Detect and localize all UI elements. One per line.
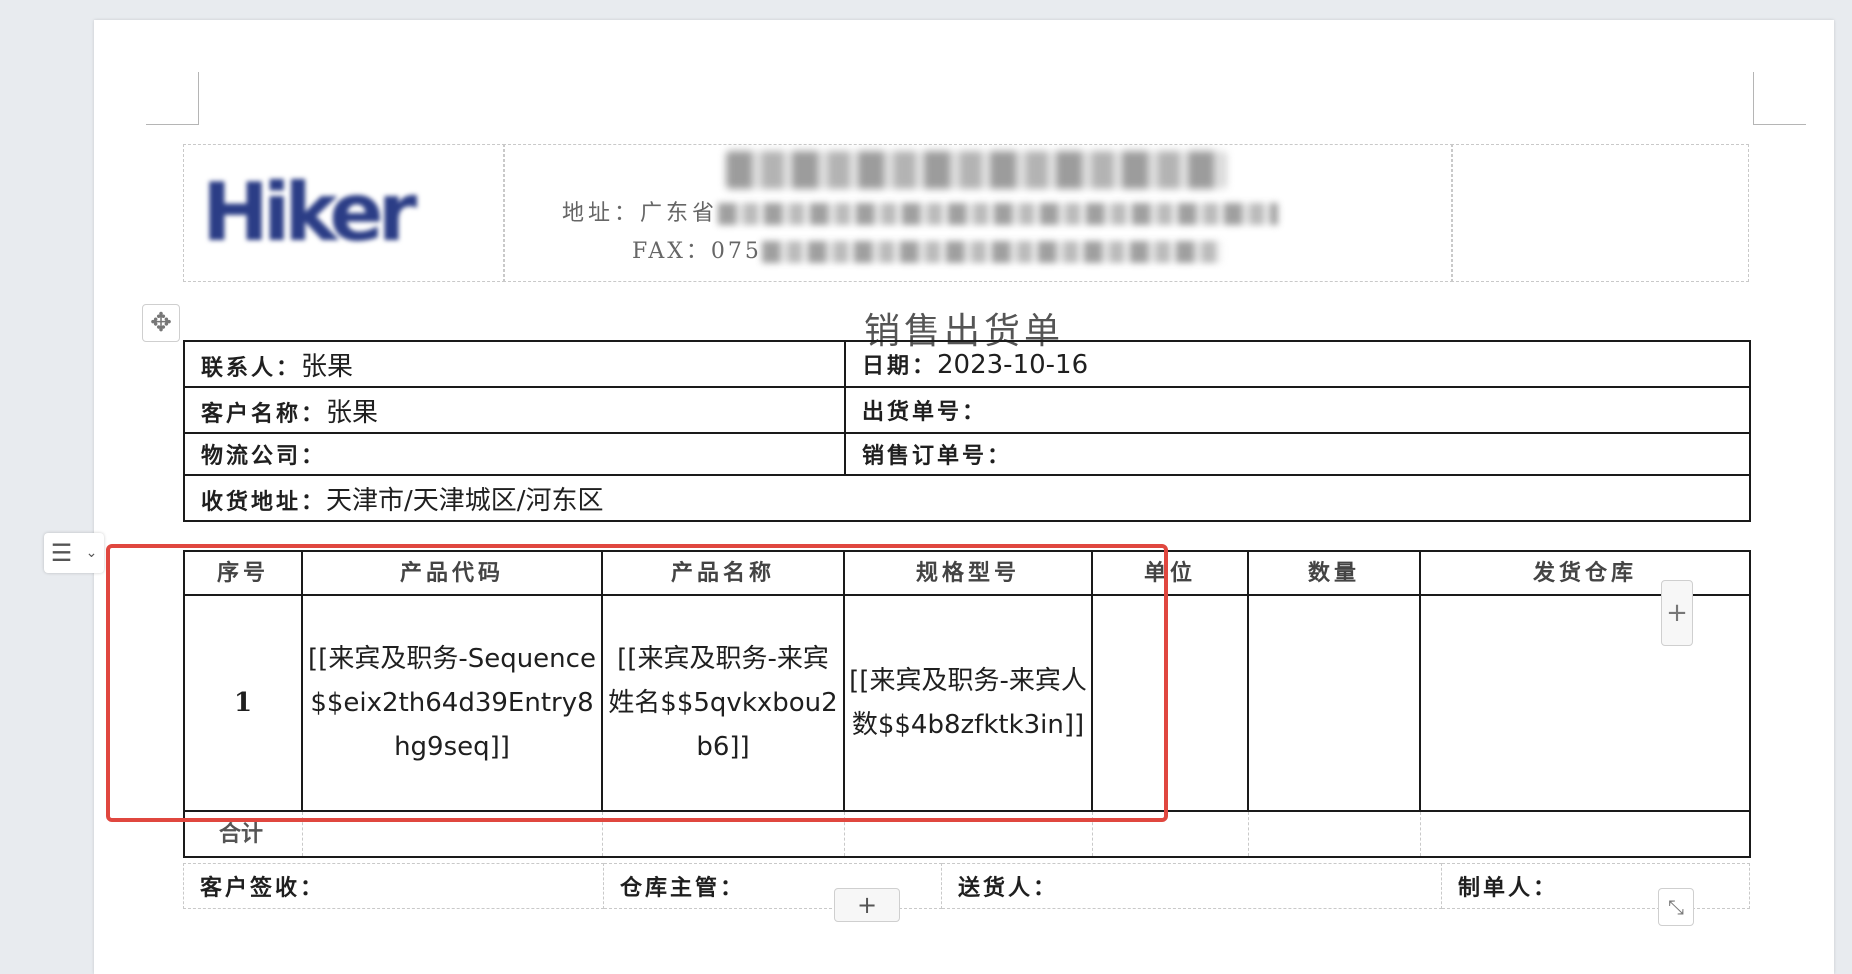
add-row-button[interactable]: + [834,888,900,922]
sales-order-cell[interactable]: 销售订单号： [844,432,1751,476]
row-select-icon: ☰ [50,539,73,567]
total-cell[interactable] [1419,810,1751,858]
logistics-cell[interactable]: 物流公司： [183,432,846,476]
total-cell[interactable] [301,810,603,858]
customer-sign-label: 客户签收： [200,875,326,901]
total-label[interactable]: 合计 [183,810,303,858]
address-cell[interactable]: 收货地址：天津市/天津城区/河东区 [183,474,1751,522]
contact-label: 联系人： [201,354,302,381]
chevron-down-icon: ⌄ [85,545,98,561]
total-cell[interactable] [601,810,845,858]
header-product-name[interactable]: 产品名称 [601,550,845,596]
deliverer-cell[interactable]: 送货人： [941,863,1442,909]
logistics-label: 物流公司： [201,443,327,469]
customer-value: 张果 [326,397,379,428]
info-row: 客户名称：张果 出货单号： [183,386,1751,434]
plus-icon: + [856,891,878,919]
preparer-label: 制单人： [1458,875,1559,901]
header-spec[interactable]: 规格型号 [843,550,1093,596]
company-logo: Hiker [202,166,417,259]
customer-cell[interactable]: 客户名称：张果 [183,386,846,434]
cell-product-name[interactable]: [[来宾及职务-来宾姓名$$5qvkxbou2b6]] [601,594,845,812]
contact-cell[interactable]: 联系人：张果 [183,340,846,388]
header-product-code[interactable]: 产品代码 [301,550,603,596]
info-row: 物流公司： 销售订单号： [183,432,1751,476]
total-cell[interactable] [1091,810,1249,858]
cell-quantity[interactable] [1247,594,1421,812]
date-label: 日期： [862,353,938,379]
company-info-cell[interactable]: 地址：广东省 FAX：075 [503,144,1453,282]
cell-seq[interactable]: 1 [183,594,303,812]
customer-label: 客户名称： [201,400,327,427]
signature-row: 客户签收： 仓库主管： 送货人： 制单人： [183,863,1750,909]
deliverer-label: 送货人： [958,875,1059,901]
company-name-blurred [726,151,1226,189]
sales-order-label: 销售订单号： [862,443,1013,469]
cell-product-code[interactable]: [[来宾及职务-Sequence$$eix2th64d39Entry8hg9se… [301,594,603,812]
total-row: 合计 [183,810,1751,858]
address-label: 收货地址： [201,488,327,515]
signature-table: 客户签收： 仓库主管： 送货人： 制单人： [183,863,1750,909]
shipment-no-cell[interactable]: 出货单号： [844,386,1751,434]
items-table: 序号 产品代码 产品名称 规格型号 单位 数量 发货仓库 1 [[来宾及职务-S… [183,550,1751,858]
header-unit[interactable]: 单位 [1091,550,1249,596]
contact-value: 张果 [301,351,354,382]
warehouse-manager-label: 仓库主管： [620,875,746,901]
page-corner-top-right [1753,72,1806,125]
cell-unit[interactable] [1091,594,1249,812]
info-row: 联系人：张果 日期：2023-10-16 [183,340,1751,388]
info-row: 收货地址：天津市/天津城区/河东区 [183,474,1751,522]
cell-warehouse[interactable] [1419,594,1751,812]
cell-spec[interactable]: [[来宾及职务-来宾人数$$4b8zfktk3in]] [843,594,1093,812]
customer-sign-cell[interactable]: 客户签收： [183,863,604,909]
items-header-row: 序号 产品代码 产品名称 规格型号 单位 数量 发货仓库 [183,550,1751,596]
date-value: 2023-10-16 [937,350,1089,380]
header-blank-cell[interactable] [1451,144,1749,282]
shipment-no-label: 出货单号： [862,399,988,425]
letterhead-table: Hiker 地址：广东省 FAX：075 [183,144,1749,282]
header-seq[interactable]: 序号 [183,550,303,596]
header-warehouse[interactable]: 发货仓库 [1419,550,1751,596]
logo-cell[interactable]: Hiker [183,144,505,282]
document-page: Hiker 地址：广东省 FAX：075 ✥ 销售出货单 联系人：张果 日期：2… [94,20,1834,974]
plus-icon: + [1666,598,1688,628]
order-info-table: 联系人：张果 日期：2023-10-16 客户名称：张果 出货单号： 物流公司：… [183,340,1751,522]
page-corner-top-left [146,72,199,125]
total-cell[interactable] [1247,810,1421,858]
resize-icon: ⤡ [1668,895,1684,919]
add-column-button[interactable]: + [1661,580,1693,646]
preparer-cell[interactable]: 制单人： [1441,863,1750,909]
header-quantity[interactable]: 数量 [1247,550,1421,596]
date-cell[interactable]: 日期：2023-10-16 [844,340,1751,388]
company-fax: FAX：075 [632,233,1222,265]
company-address: 地址：广东省 [562,195,1279,227]
table-resize-handle[interactable]: ⤡ [1658,888,1694,926]
address-value: 天津市/天津城区/河东区 [326,485,604,516]
total-cell[interactable] [843,810,1093,858]
table-row: 1 [[来宾及职务-Sequence$$eix2th64d39Entry8hg9… [183,594,1751,812]
row-handle[interactable]: ☰ ⌄ [44,533,104,573]
